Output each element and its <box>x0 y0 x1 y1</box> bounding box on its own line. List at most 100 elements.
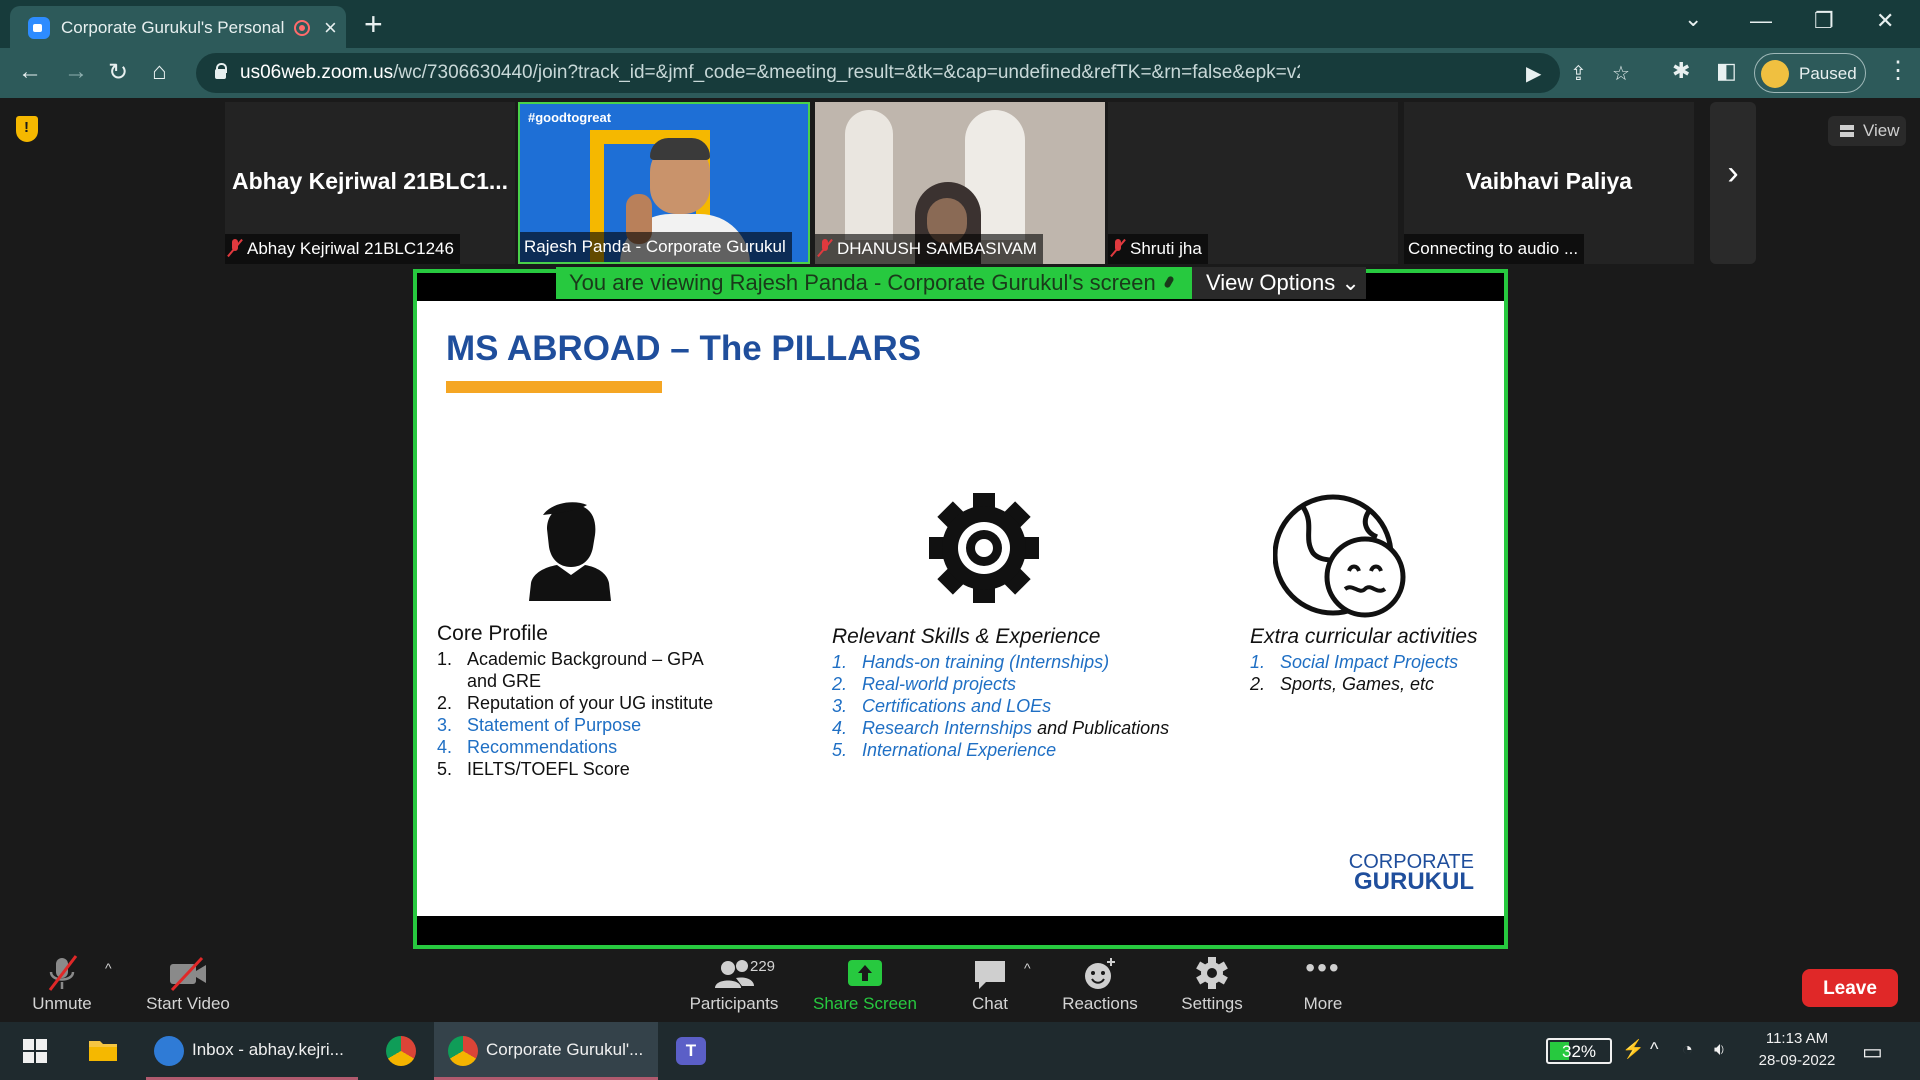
grid-icon <box>1840 125 1854 137</box>
next-page-button[interactable]: › <box>1710 102 1756 264</box>
video-overlay-text: #goodtogreat <box>528 110 612 125</box>
audio-options-icon[interactable]: ^ <box>105 960 112 976</box>
minimize-icon[interactable]: — <box>1750 8 1772 34</box>
unmute-button[interactable]: Unmute <box>22 950 102 1022</box>
list-item: 3. Statement of Purpose <box>437 715 642 735</box>
participant-tile[interactable]: Vaibhavi Paliya Connecting to audio ... <box>1404 102 1694 264</box>
menu-icon[interactable]: ⋮ <box>1886 56 1910 85</box>
chrome-icon <box>448 1036 478 1066</box>
chevron-up-icon[interactable]: ^ <box>1650 1039 1658 1060</box>
system-clock[interactable]: 11:13 AM 28-09-2022 <box>1752 1028 1842 1072</box>
windows-icon <box>23 1039 47 1063</box>
gear-icon <box>1172 950 1252 994</box>
pin-icon <box>1164 276 1174 292</box>
pillar-core-profile: Core Profile 1. Academic Background – GPA… <box>437 622 737 780</box>
reactions-button[interactable]: Reactions <box>1058 950 1142 1022</box>
avatar <box>1761 60 1789 88</box>
chat-options-icon[interactable]: ^ <box>1024 960 1031 976</box>
battery-indicator[interactable]: 32% <box>1546 1038 1612 1064</box>
mic-muted-icon <box>819 239 831 257</box>
profile-button[interactable]: Paused <box>1754 53 1866 93</box>
view-options-dropdown[interactable]: View Options ⌄ <box>1192 267 1366 299</box>
person-icon <box>529 502 611 601</box>
chat-button[interactable]: Chat <box>960 950 1020 1022</box>
taskbar-outlook[interactable]: Inbox - abhay.kejri... <box>146 1022 358 1080</box>
address-bar[interactable]: us06web.zoom.us/wc/7306630440/join?track… <box>196 53 1630 93</box>
windows-start-button[interactable] <box>16 1022 54 1080</box>
zoom-icon <box>28 17 50 39</box>
close-window-icon[interactable]: ✕ <box>1876 8 1894 34</box>
restore-icon[interactable]: ❐ <box>1814 8 1834 34</box>
chevron-right-icon: › <box>1727 154 1739 192</box>
slide-title: MS ABROAD – The PILLARS <box>446 329 922 368</box>
list-item: 1. Social Impact Projects <box>1250 652 1459 672</box>
start-video-button[interactable]: Start Video <box>140 950 236 1022</box>
participant-tag: DHANUSH SAMBASIVAM <box>815 234 1043 264</box>
taskbar-teams[interactable]: T <box>672 1022 712 1080</box>
mic-muted-icon <box>1112 239 1124 257</box>
star-icon[interactable]: ☆ <box>1612 61 1630 86</box>
reload-icon[interactable]: ↻ <box>108 58 128 87</box>
chat-icon <box>960 950 1020 994</box>
share-icon[interactable]: ⇪ <box>1570 61 1587 86</box>
tab-close-icon[interactable]: × <box>324 15 337 41</box>
notification-icon[interactable]: ▭ <box>1862 1039 1883 1065</box>
more-button[interactable]: ••• More <box>1284 950 1362 1022</box>
mic-muted-icon <box>22 950 102 994</box>
browser-tabbar: Corporate Gurukul's Personal × + ⌄ — ❐ ✕ <box>0 0 1920 48</box>
list-item: 5. IELTS/TOEFL Score <box>437 759 630 779</box>
tab-search-icon[interactable]: ⌄ <box>1684 6 1702 32</box>
list-item: 2. Sports, Games, etc <box>1250 674 1435 694</box>
list-item: 5. International Experience <box>832 740 1057 760</box>
meeting-controls: Unmute ^ Start Video 229 Participants Sh… <box>0 950 1920 1022</box>
camera-icon[interactable]: ▶ <box>1526 61 1541 86</box>
video-off-icon <box>140 950 236 994</box>
charging-icon: ⚡ <box>1622 1039 1645 1059</box>
participant-tag: Connecting to audio ... <box>1404 234 1585 264</box>
participant-name: Abhay Kejriwal 21BLC1... <box>231 168 509 194</box>
view-button[interactable]: View <box>1828 116 1906 146</box>
browser-tab[interactable]: Corporate Gurukul's Personal × <box>10 6 346 48</box>
participant-tag: Abhay Kejriwal 21BLC1246 <box>225 234 460 264</box>
volume-icon[interactable]: 🔉︎ <box>1714 1039 1725 1060</box>
new-tab-button[interactable]: + <box>364 6 383 43</box>
more-icon: ••• <box>1305 952 1341 983</box>
home-icon[interactable]: ⌂ <box>152 58 167 86</box>
list-item: 4. Recommendations <box>437 737 618 757</box>
view-label: View <box>1863 121 1900 140</box>
settings-button[interactable]: Settings <box>1172 950 1252 1022</box>
participant-tile[interactable]: Shruti jha <box>1108 102 1398 264</box>
participant-tag: Rajesh Panda - Corporate Gurukul <box>520 232 792 262</box>
side-panel-icon[interactable]: ◧ <box>1716 58 1737 84</box>
corporate-gurukul-logo: CORPORATE GURUKUL <box>1348 851 1474 895</box>
participant-tile[interactable]: Abhay Kejriwal 21BLC1... Abhay Kejriwal … <box>225 102 515 264</box>
outlook-icon <box>154 1036 184 1066</box>
taskbar-chrome[interactable] <box>382 1022 422 1080</box>
forward-icon[interactable]: → <box>64 58 88 86</box>
browser-toolbar: ← → ↻ ⌂ us06web.zoom.us/wc/7306630440/jo… <box>0 48 1920 98</box>
leave-button[interactable]: Leave <box>1802 969 1898 1007</box>
file-explorer-button[interactable] <box>84 1022 124 1080</box>
gear-icon <box>929 493 1039 603</box>
shared-slide: MS ABROAD – The PILLARS Core Profile 1. … <box>417 301 1504 916</box>
share-screen-button[interactable]: Share Screen <box>810 950 920 1022</box>
record-icon <box>294 20 310 36</box>
back-icon[interactable]: ← <box>18 58 42 86</box>
lock-icon <box>214 63 227 79</box>
participants-button[interactable]: 229 Participants <box>686 950 782 1022</box>
list-item: 4. Research Internships and Publications <box>832 718 1170 738</box>
share-screen-icon <box>810 950 920 994</box>
slide-bottom-bar <box>417 916 1504 945</box>
share-banner: You are viewing Rajesh Panda - Corporate… <box>556 267 1366 299</box>
globe-icon <box>1273 494 1406 618</box>
folder-icon <box>89 1041 117 1061</box>
reactions-icon <box>1058 950 1142 994</box>
participant-tile[interactable]: DHANUSH SAMBASIVAM <box>815 102 1105 264</box>
wifi-icon[interactable]: ◔ <box>1682 1039 1693 1060</box>
extensions-icon[interactable]: ✱ <box>1672 58 1690 84</box>
taskbar-chrome-active[interactable]: Corporate Gurukul'... <box>434 1022 658 1080</box>
tab-title: Corporate Gurukul's Personal <box>61 18 285 37</box>
participant-tag: Shruti jha <box>1108 234 1208 264</box>
participant-tile-active-speaker[interactable]: #goodtogreat Rajesh Panda - Corporate Gu… <box>518 102 810 264</box>
shield-icon[interactable] <box>16 116 38 142</box>
